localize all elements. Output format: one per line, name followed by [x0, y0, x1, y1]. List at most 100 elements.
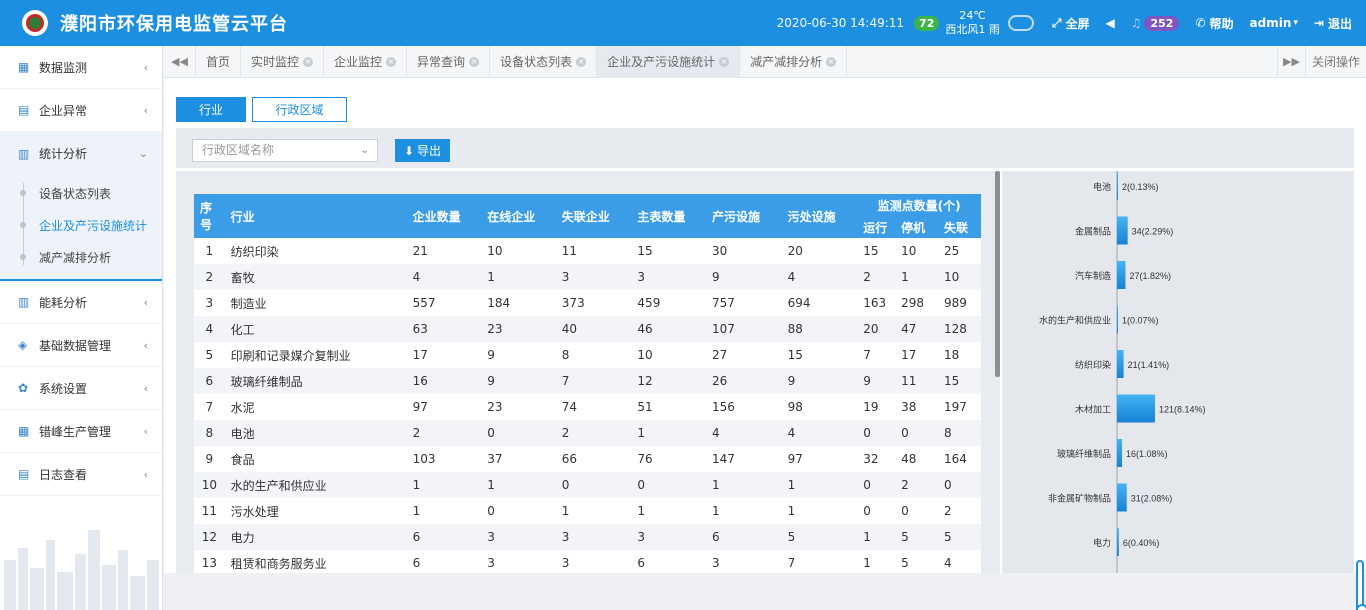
table-cell: 6: [205, 374, 214, 388]
chevron-left-icon: ‹: [143, 467, 148, 481]
table-cell: 5: [787, 530, 796, 544]
table-cell: 1: [637, 426, 646, 440]
weather-text: 西北风1 雨: [945, 23, 1000, 36]
chevron-left-icon: ‹: [143, 295, 148, 309]
table-cell: 4: [787, 426, 796, 440]
table-cell: 15: [787, 348, 803, 362]
subitem-enterprise-facility-stats[interactable]: 企业及产污设施统计: [0, 209, 162, 241]
table-cell: 103: [412, 452, 436, 466]
table-row[interactable]: 7 水泥 97 23 74 51 156 98 19 38 197: [194, 394, 981, 420]
chevron-left-icon: ‹: [143, 60, 148, 74]
chart-bar[interactable]: [1117, 216, 1128, 245]
table-row[interactable]: 5 印刷和记录媒介复制业 17 9 8 10 27 15 7 17 18: [194, 342, 981, 368]
user-menu[interactable]: admin ▾: [1250, 16, 1298, 30]
chart-bar[interactable]: [1117, 350, 1124, 378]
tab-device-status[interactable]: 设备状态列表 ×: [490, 45, 598, 78]
table-row[interactable]: 2 畜牧 4 1 3 3 9 4 2 1 10: [194, 264, 981, 290]
table-cell: 0: [863, 504, 871, 518]
table-cell: 3: [487, 556, 495, 570]
industry-toggle-button[interactable]: 行业: [176, 97, 246, 122]
chart-bar[interactable]: [1117, 394, 1155, 423]
table-row[interactable]: 9 食品 103 37 66 76 147 97 32 48 164: [194, 446, 981, 472]
tab-scroll-right[interactable]: ▶▶: [1276, 46, 1305, 78]
volume-button[interactable]: ◀: [1105, 16, 1114, 30]
city-skyline-decoration: [4, 530, 159, 610]
tab-realtime[interactable]: 实时监控 ×: [241, 45, 325, 78]
table-row[interactable]: 11 污水处理 1 0 1 1 1 1 0 0 2: [194, 498, 981, 524]
chart-value-label: 31(2.08%): [1131, 494, 1173, 504]
sidebar-item-enterprise-exception[interactable]: ▤ 企业异常 ‹: [0, 89, 162, 132]
chart-value-label: 6(0.40%): [1123, 538, 1160, 548]
tab-exception-query[interactable]: 异常查询 ×: [407, 45, 491, 78]
sidebar-item-peak-shift[interactable]: ▦ 错峰生产管理 ‹: [0, 410, 162, 453]
close-icon[interactable]: ×: [576, 56, 587, 67]
table-cell: 0: [901, 504, 909, 518]
table-cell: 32: [863, 452, 879, 466]
table-cell: 184: [487, 296, 511, 310]
industry-bar-chart: 电池 2(0.13%) 金属制品 34(2.29%) 汽车制造 27(1.82%) 水的生产…: [1039, 171, 1206, 573]
caret-down-icon: ▾: [1293, 18, 1298, 28]
chart-bar[interactable]: [1117, 483, 1127, 512]
tab-enterprise-facility-stats[interactable]: 企业及产污设施统计 ×: [597, 45, 741, 78]
tab-home[interactable]: 首页: [196, 45, 242, 78]
close-operations-button[interactable]: 关闭操作: [1304, 46, 1366, 78]
close-icon[interactable]: ×: [386, 56, 397, 67]
table-row[interactable]: 10 水的生产和供应业 1 1 0 0 1 1 0 2 0: [194, 472, 981, 498]
help-button[interactable]: ✆ 帮助: [1195, 15, 1233, 32]
table-cell: 0: [561, 478, 570, 492]
sidebar-item-settings[interactable]: ✿ 系统设置 ‹: [0, 367, 162, 410]
table-cell: 3: [205, 296, 214, 310]
download-icon: ⬇: [403, 143, 415, 158]
sidebar-item-base-data[interactable]: ◈ 基础数据管理 ‹: [0, 324, 162, 367]
chart-bar[interactable]: [1117, 261, 1126, 289]
chart-bar[interactable]: [1117, 172, 1118, 200]
chart-category-label: 非金属矿物制品: [1048, 493, 1111, 504]
chart-category-label: 纺织印染: [1075, 359, 1111, 370]
close-icon[interactable]: ×: [719, 56, 730, 67]
filter-bar: 行政区域名称 ⌄ ⬇ 导出: [176, 128, 1354, 168]
table-row[interactable]: 13 租赁和商务服务业 6 3 3 6 3 7 1 5 4: [194, 550, 981, 573]
table-cell: 15: [863, 244, 879, 258]
tab-enterprise-monitor[interactable]: 企业监控 ×: [324, 45, 408, 78]
close-icon[interactable]: ×: [826, 56, 837, 67]
tab-scroll-left[interactable]: ◀◀: [164, 45, 196, 78]
region-toggle-button[interactable]: 行政区域: [252, 97, 347, 122]
region-select[interactable]: 行政区域名称 ⌄: [192, 139, 378, 162]
table-scrollbar[interactable]: [995, 171, 1000, 377]
chart-bar[interactable]: [1117, 439, 1123, 467]
close-icon[interactable]: ×: [303, 56, 314, 67]
layers-icon: ◈: [18, 338, 28, 352]
table-row[interactable]: 3 制造业 557 184 373 459 757 694 163 298 989: [194, 290, 981, 316]
close-icon[interactable]: ×: [469, 56, 480, 67]
subitem-device-status[interactable]: 设备状态列表: [0, 177, 162, 209]
chart-bar[interactable]: [1117, 305, 1118, 334]
table-cell: 2: [561, 426, 570, 440]
table-cell: 46: [637, 322, 653, 336]
table-cell: 8: [561, 348, 570, 362]
table-cell: 1: [487, 478, 495, 492]
table-cell: 10: [201, 478, 217, 492]
chevron-left-icon: ‹: [143, 338, 148, 352]
tab-reduction-analysis[interactable]: 减产减排分析 ×: [740, 45, 848, 78]
table-row[interactable]: 1 纺织印染 21 10 11 15 30 20 15 10 25: [194, 238, 981, 264]
table-row[interactable]: 12 电力 6 3 3 3 6 5 1 5 5: [194, 524, 981, 550]
chevron-left-icon: ‹: [143, 424, 148, 438]
subitem-reduction-analysis[interactable]: 减产减排分析: [0, 241, 162, 273]
sidebar-item-statistics[interactable]: ▥ 统计分析 ⌄: [0, 132, 162, 175]
sidebar-item-logs[interactable]: ▤ 日志查看 ‹: [0, 453, 162, 496]
sidebar-item-data-monitor[interactable]: ▦ 数据监测 ‹: [0, 46, 162, 89]
fullscreen-button[interactable]: ⤢ 全屏: [1052, 15, 1090, 32]
table-cell: 9: [787, 374, 796, 388]
notification-button[interactable]: ♫ 252: [1131, 15, 1180, 31]
table-cell: 0: [901, 426, 909, 440]
table-row[interactable]: 6 玻璃纤维制品 16 9 7 12 26 9 9 11 15: [194, 368, 981, 394]
table-row[interactable]: 4 化工 63 23 40 46 107 88 20 47 128: [194, 316, 981, 342]
sidebar-item-energy[interactable]: ▥ 能耗分析 ‹: [0, 281, 162, 324]
group-toggle: 行业 行政区域: [176, 97, 353, 122]
table-row[interactable]: 8 电池 2 0 2 1 4 4 0 0 8: [194, 420, 981, 446]
logout-button[interactable]: ⇥ 退出: [1314, 15, 1352, 32]
table-cell: 7: [561, 374, 570, 388]
chart-bar[interactable]: [1117, 528, 1119, 556]
notification-badge: 252: [1144, 15, 1180, 31]
export-button[interactable]: ⬇ 导出: [395, 139, 450, 162]
